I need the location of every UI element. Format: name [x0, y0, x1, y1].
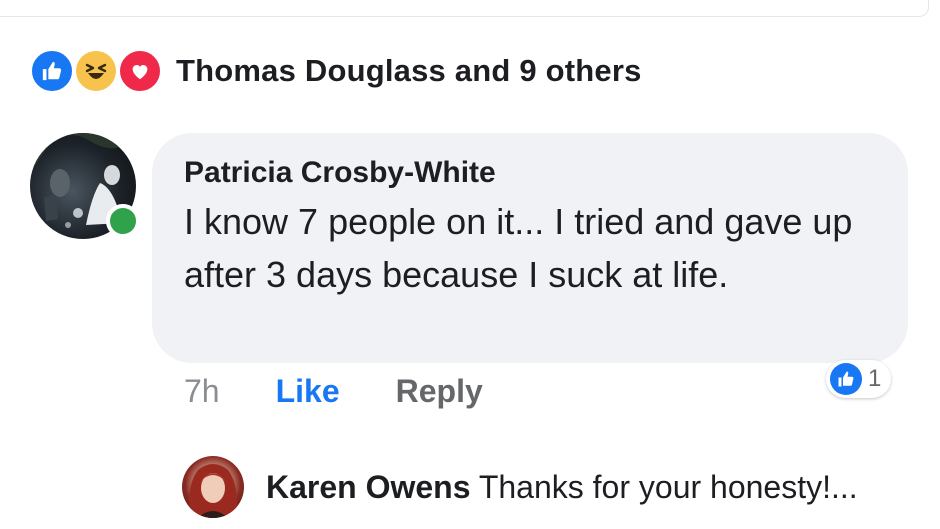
reply-avatar[interactable]	[182, 456, 244, 518]
comment-like-count[interactable]: 1	[826, 360, 892, 398]
comment-timestamp[interactable]: 7h	[184, 373, 220, 410]
commenter-name[interactable]: Patricia Crosby-White	[184, 155, 876, 191]
reaction-icons	[30, 49, 162, 93]
reply-preview[interactable]: Karen Owens Thanks for your honesty!...	[182, 455, 858, 519]
previous-post-divider	[0, 0, 929, 17]
haha-icon	[74, 49, 118, 93]
like-button[interactable]: Like	[276, 373, 340, 410]
reply-button[interactable]: Reply	[396, 373, 483, 410]
reactions-summary-text[interactable]: Thomas Douglass and 9 others	[176, 53, 642, 89]
like-icon	[30, 49, 74, 93]
like-icon	[830, 363, 862, 395]
comment-actions: 7h Like Reply	[184, 368, 483, 414]
comment-bubble: Patricia Crosby-White I know 7 people on…	[152, 133, 908, 363]
like-count: 1	[868, 365, 882, 392]
comment-text: I know 7 people on it... I tried and gav…	[184, 201, 853, 295]
reply-text: Karen Owens Thanks for your honesty!...	[266, 469, 858, 506]
love-icon	[118, 49, 162, 93]
online-status-dot	[106, 204, 140, 238]
reactions-summary[interactable]: Thomas Douglass and 9 others	[30, 48, 642, 94]
reply-author[interactable]: Karen Owens	[266, 469, 471, 505]
reply-body: Thanks for your honesty!...	[478, 468, 858, 505]
